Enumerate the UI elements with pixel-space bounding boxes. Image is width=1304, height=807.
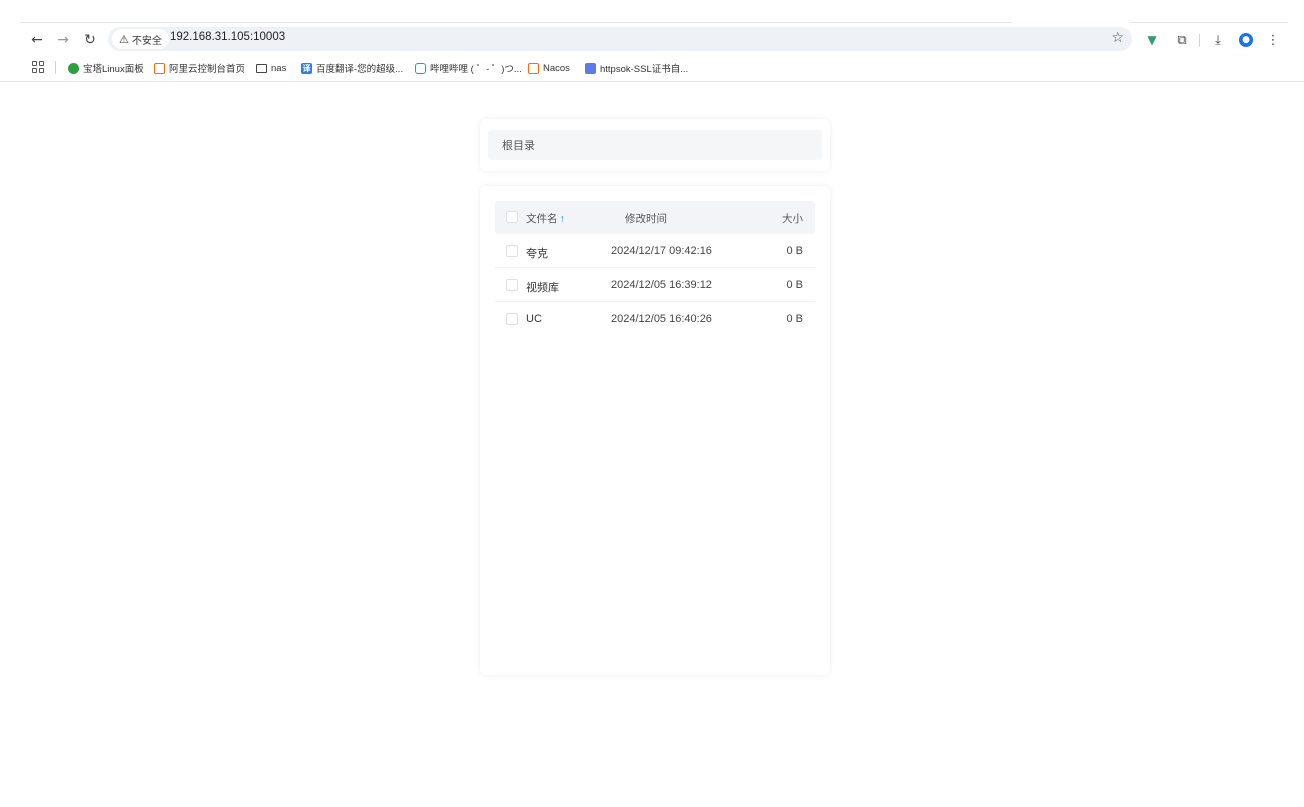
breadcrumb-root[interactable]: 根目录 (502, 137, 535, 153)
column-header-name-label: 文件名 (526, 213, 558, 225)
select-all-checkbox[interactable] (506, 211, 518, 223)
toolbar-separator (1199, 34, 1200, 47)
bookmark-label: 哔哩哔哩 ( ゜- ゜)つ... (430, 64, 522, 75)
page-content: 根目录 文件名 ↑ 修改时间 大小 夸克 2024/12/17 09:42:16 … (0, 82, 1304, 807)
table-row[interactable]: 视频库 2024/12/05 16:39:12 0 B (495, 268, 815, 302)
bookmark-label: Nacos (543, 62, 570, 74)
column-header-size[interactable]: 大小 (782, 211, 803, 226)
table-row[interactable]: UC 2024/12/05 16:40:26 0 B (495, 302, 815, 336)
bookmark-label: httpsok-SSL证书自... (600, 64, 689, 75)
bookmark-httpsok[interactable]: httpsok-SSL证书自... (585, 60, 688, 76)
file-modified: 2024/12/05 16:39:12 (611, 279, 712, 291)
bilibili-icon (415, 62, 426, 74)
column-header-name[interactable]: 文件名 ↑ (526, 211, 565, 226)
file-name[interactable]: UC (526, 313, 542, 325)
extensions-icon[interactable]: ⧉ (1172, 30, 1192, 50)
table-header: 文件名 ↑ 修改时间 大小 (495, 201, 815, 234)
folder-icon (256, 63, 267, 73)
bookmark-star-icon[interactable]: ☆ (1111, 30, 1124, 46)
security-chip[interactable]: ⚠ 不安全 (112, 29, 169, 49)
bookmark-baidu-translate[interactable]: 译 百度翻译-您的超级... (301, 60, 403, 76)
row-checkbox[interactable] (506, 245, 518, 257)
forward-icon[interactable]: → (53, 30, 73, 50)
vue-devtools-icon[interactable]: ▼ (1142, 30, 1162, 50)
back-icon[interactable]: ← (27, 30, 47, 50)
row-checkbox[interactable] (506, 279, 518, 291)
menu-kebab-icon[interactable]: ⋮ (1263, 30, 1283, 50)
bookmark-label: 阿里云控制台首页 (169, 64, 246, 75)
row-checkbox[interactable] (506, 313, 518, 325)
bookmark-label: nas (271, 62, 287, 74)
security-label: 不安全 (131, 35, 162, 47)
profile-avatar[interactable]: ● (1236, 30, 1256, 50)
aliyun-icon (154, 62, 165, 74)
breadcrumb: 根目录 (488, 130, 822, 160)
column-header-modified[interactable]: 修改时间 (625, 211, 667, 226)
avatar-icon: ● (1239, 33, 1253, 47)
url-text[interactable]: 192.168.31.105:10003 (170, 31, 285, 43)
table-row[interactable]: 夸克 2024/12/17 09:42:16 0 B (495, 234, 815, 268)
tab-strip-divider (1130, 22, 1288, 23)
bookmark-aliyun[interactable]: 阿里云控制台首页 (154, 60, 245, 76)
bookmarks-bar: 宝塔Linux面板 阿里云控制台首页 nas 译 百度翻译-您的超级... 哔哩… (0, 56, 1304, 80)
file-name[interactable]: 夸克 (526, 245, 548, 261)
reload-icon[interactable]: ↻ (80, 30, 100, 50)
ssl-icon (585, 62, 596, 74)
bookmark-bilibili[interactable]: 哔哩哔哩 ( ゜- ゜)つ... (415, 60, 522, 76)
tab-strip-divider (20, 22, 1012, 23)
file-size: 0 B (786, 245, 803, 257)
file-modified: 2024/12/17 09:42:16 (611, 245, 712, 257)
file-size: 0 B (786, 279, 803, 291)
aliyun-icon (528, 62, 539, 74)
sort-ascending-icon: ↑ (559, 213, 565, 225)
download-icon[interactable]: ⤓ (1208, 30, 1228, 50)
bookmark-nas[interactable]: nas (256, 60, 286, 76)
bookmarks-separator (55, 61, 56, 74)
baota-icon (68, 62, 79, 74)
bookmark-label: 宝塔Linux面板 (83, 64, 144, 75)
file-list-card: 文件名 ↑ 修改时间 大小 夸克 2024/12/17 09:42:16 0 B … (480, 186, 830, 675)
browser-toolbar: ← → ↻ ⚠ 不安全 192.168.31.105:10003 ☆ ▼ ⧉ ⤓… (0, 26, 1304, 54)
address-bar[interactable]: ⚠ 不安全 192.168.31.105:10003 ☆ (108, 27, 1132, 51)
bookmark-nacos[interactable]: Nacos (528, 60, 570, 76)
file-name[interactable]: 视频库 (526, 279, 559, 295)
warning-icon: ⚠ (119, 32, 129, 46)
bookmark-label: 百度翻译-您的超级... (316, 64, 404, 75)
file-size: 0 B (786, 313, 803, 325)
bookmark-baota[interactable]: 宝塔Linux面板 (68, 60, 144, 76)
apps-grid-icon[interactable] (32, 61, 44, 73)
breadcrumb-card: 根目录 (480, 119, 830, 171)
baidu-translate-icon: 译 (301, 62, 312, 74)
tab-strip (0, 0, 1304, 26)
file-modified: 2024/12/05 16:40:26 (611, 313, 712, 325)
